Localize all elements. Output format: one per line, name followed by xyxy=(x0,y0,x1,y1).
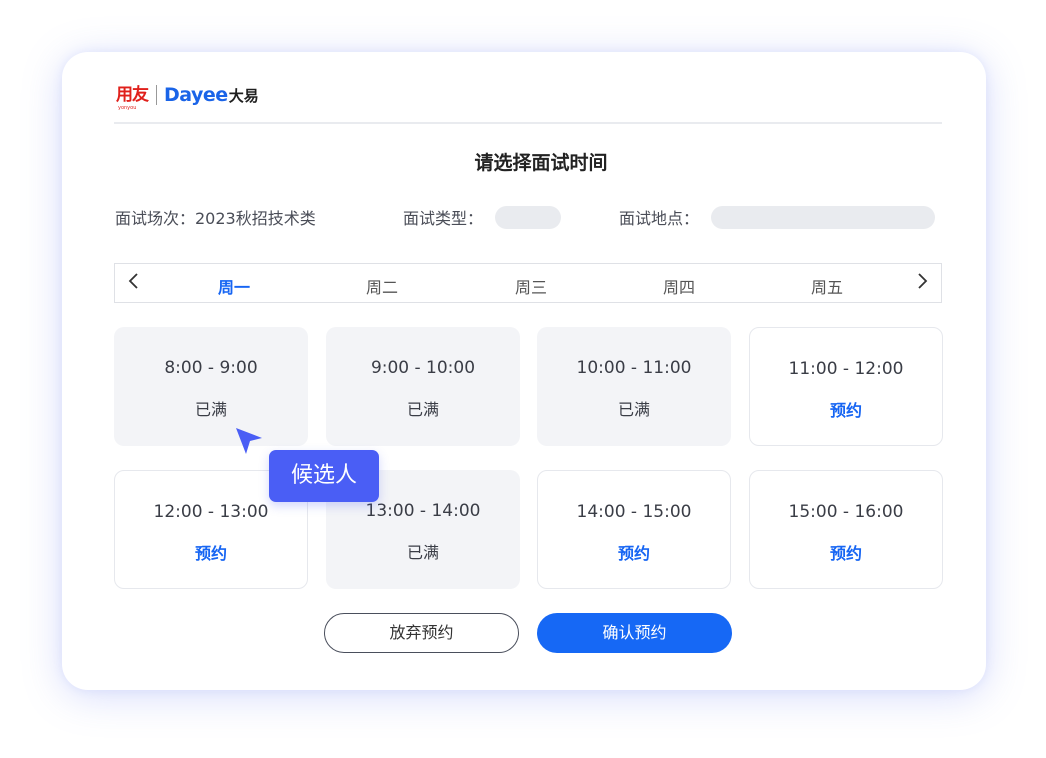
slot-status: 已满 xyxy=(406,400,439,419)
interview-place-label: 面试地点： xyxy=(619,209,700,228)
interview-place-placeholder xyxy=(711,205,936,229)
time-slot[interactable]: 8:00 - 9:00 已满 xyxy=(114,327,308,446)
slot-status: 已满 xyxy=(617,400,650,419)
confirm-booking-button[interactable]: 确认预约 xyxy=(537,613,732,653)
tab-thursday[interactable]: 周四 xyxy=(658,274,700,298)
slot-status: 已满 xyxy=(406,543,439,562)
dayee-logo-cn: 大易 xyxy=(228,86,259,105)
week-selector: 周一 周二 周三 周四 周五 xyxy=(114,263,942,303)
yonyou-logo: 用友 yonyou xyxy=(116,84,149,111)
pointer-cursor-icon xyxy=(236,428,262,454)
brand-logo: 用友 yonyou Dayee 大易 xyxy=(116,82,259,111)
cancel-booking-button[interactable]: 放弃预约 xyxy=(324,613,519,653)
tab-tuesday[interactable]: 周二 xyxy=(361,274,403,298)
interview-session: 面试场次：2023秋招技术类 xyxy=(115,209,316,228)
tab-friday[interactable]: 周五 xyxy=(806,274,848,298)
time-slot[interactable]: 11:00 - 12:00 预约 xyxy=(749,327,943,446)
dayee-logo: Dayee xyxy=(164,83,228,106)
slot-book-link[interactable]: 预约 xyxy=(750,540,942,564)
logo-divider xyxy=(156,85,157,105)
time-slot[interactable]: 15:00 - 16:00 预约 xyxy=(749,470,943,589)
interview-type-label: 面试类型： xyxy=(403,209,484,228)
booking-card: 用友 yonyou Dayee 大易 请选择面试时间 面试场次：2023秋招技术… xyxy=(62,52,986,690)
interview-type: 面试类型： xyxy=(403,205,562,229)
slot-status: 已满 xyxy=(194,400,227,419)
chevron-right-icon xyxy=(918,273,928,289)
candidate-tag: 候选人 xyxy=(269,450,379,502)
interview-place: 面试地点： xyxy=(619,205,936,229)
slot-book-link[interactable]: 预约 xyxy=(538,540,730,564)
chevron-left-icon xyxy=(128,273,138,289)
slot-time: 12:00 - 13:00 xyxy=(153,502,269,522)
prev-week-button[interactable] xyxy=(115,272,153,295)
time-slot[interactable]: 14:00 - 15:00 预约 xyxy=(537,470,731,589)
slot-time: 15:00 - 16:00 xyxy=(788,502,904,522)
slot-time: 11:00 - 12:00 xyxy=(788,359,904,379)
page-title: 请选择面试时间 xyxy=(474,152,608,174)
time-slot[interactable]: 9:00 - 10:00 已满 xyxy=(326,327,520,446)
next-week-button[interactable] xyxy=(903,272,941,295)
header-divider xyxy=(114,122,942,124)
slot-time: 13:00 - 14:00 xyxy=(365,501,481,521)
slot-book-link[interactable]: 预约 xyxy=(115,540,307,564)
slot-time: 10:00 - 11:00 xyxy=(576,358,692,378)
tab-monday[interactable]: 周一 xyxy=(213,274,255,298)
slot-time: 8:00 - 9:00 xyxy=(164,358,258,378)
time-slot[interactable]: 10:00 - 11:00 已满 xyxy=(537,327,731,446)
slot-book-link[interactable]: 预约 xyxy=(750,397,942,421)
interview-type-placeholder xyxy=(495,205,562,229)
tab-wednesday[interactable]: 周三 xyxy=(510,274,552,298)
slot-time: 14:00 - 15:00 xyxy=(576,502,692,522)
slot-time: 9:00 - 10:00 xyxy=(370,358,476,378)
